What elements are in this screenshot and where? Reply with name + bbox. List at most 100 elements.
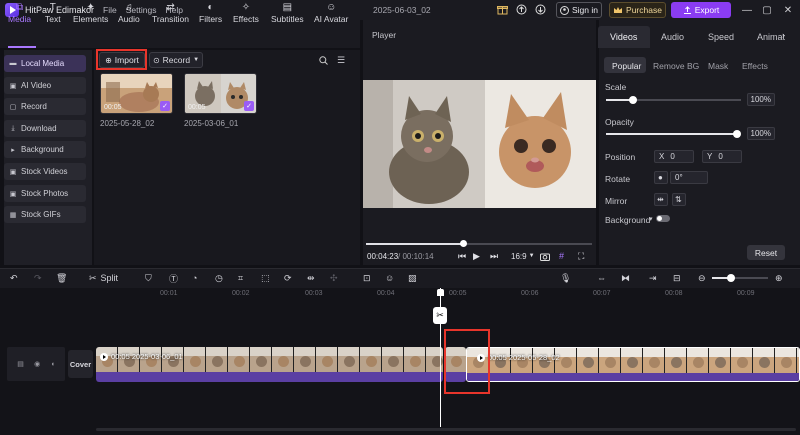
subtab-popular[interactable]: Popular bbox=[612, 61, 641, 71]
opacity-value-input[interactable]: 100% bbox=[747, 127, 775, 140]
face-icon[interactable]: ☺ bbox=[385, 272, 394, 284]
tab-animation[interactable]: Animat bbox=[757, 32, 785, 42]
sidebar-item-download[interactable]: ⤓ Download bbox=[4, 120, 86, 137]
zoom-out-icon[interactable]: ⊖ bbox=[698, 272, 706, 284]
sidebar-item-stock-gifs[interactable]: ▦ Stock GIFs bbox=[4, 206, 86, 223]
undo-icon[interactable]: ↶ bbox=[10, 272, 18, 284]
sidebar-item-stock-videos[interactable]: ▣ Stock Videos bbox=[4, 163, 86, 180]
search-icon[interactable] bbox=[316, 53, 330, 67]
audio-icon: ♫ bbox=[125, 2, 133, 13]
split-audio-icon[interactable]: ⧓ bbox=[621, 272, 630, 284]
timeline-clip[interactable]: 00:05 2025-03-06_01 bbox=[96, 347, 443, 382]
subtab-mask[interactable]: Mask bbox=[708, 61, 728, 71]
rotate-tool-icon[interactable]: ⟳ bbox=[284, 272, 292, 284]
timeline-clip-selected[interactable]: 00:05 2025-05-28_02 bbox=[466, 347, 800, 382]
maximize-icon[interactable]: ▢ bbox=[760, 2, 774, 18]
position-x-input[interactable]: X0 bbox=[654, 150, 694, 163]
tab-speed[interactable]: Speed bbox=[708, 32, 734, 42]
timeline-scrollbar[interactable] bbox=[96, 428, 796, 431]
sidebar-item-local-media[interactable]: ▬ Local Media bbox=[4, 55, 86, 72]
redo-icon[interactable]: ↷ bbox=[34, 272, 42, 284]
cover-button[interactable]: Cover bbox=[68, 350, 93, 378]
tab-text[interactable]: T Text bbox=[45, 2, 61, 28]
rotate-value-input[interactable]: 0° bbox=[670, 171, 708, 184]
sign-in-button[interactable]: Sign in bbox=[556, 2, 602, 18]
sidebar-item-ai-video[interactable]: ▣ AI Video bbox=[4, 77, 86, 94]
position-y-input[interactable]: Y0 bbox=[702, 150, 742, 163]
track-audio-icon[interactable]: ◖ bbox=[50, 361, 54, 368]
ai-avatar-icon: ☺ bbox=[326, 2, 337, 13]
tab-audio-props[interactable]: Audio bbox=[661, 32, 684, 42]
tab-ai-avatar[interactable]: ☺ AI Avatar bbox=[314, 2, 348, 28]
preview-toggle-icon[interactable]: ⊟ bbox=[673, 272, 681, 284]
zoom-slider-handle[interactable] bbox=[727, 274, 735, 282]
scale-slider-handle[interactable] bbox=[629, 96, 637, 104]
minimize-icon[interactable]: — bbox=[740, 2, 754, 18]
sidebar-item-background[interactable]: ▸ Background bbox=[4, 141, 86, 158]
sidebar-item-record[interactable]: ▢ Record bbox=[4, 98, 86, 115]
play-icon[interactable]: ▶ bbox=[473, 250, 480, 262]
microphone-icon[interactable]: 🎙 bbox=[560, 272, 571, 284]
link-icon[interactable]: ⇔ bbox=[597, 272, 606, 284]
speed-icon[interactable]: ◔ bbox=[192, 272, 197, 284]
tab-media[interactable]: ⧉ Media bbox=[8, 2, 31, 28]
thumb-duration: 00:05 bbox=[104, 104, 122, 111]
purchase-button[interactable]: Purchase bbox=[609, 2, 666, 18]
freeze-frame-icon[interactable]: ⬚ bbox=[261, 272, 270, 284]
record-dropdown[interactable]: ⊙ Record ▼ bbox=[149, 52, 203, 68]
caret-down-icon[interactable]: ▾ bbox=[649, 215, 653, 223]
crop-icon[interactable]: ⌗ bbox=[238, 272, 243, 284]
tab-transition[interactable]: ⇄ Transition bbox=[152, 2, 189, 28]
scale-value-input[interactable]: 100% bbox=[747, 93, 775, 106]
mirror-vertical-icon[interactable]: ⇅ bbox=[672, 193, 686, 206]
tab-filters[interactable]: ◐ Filters bbox=[199, 2, 222, 28]
chevron-right-icon[interactable]: › bbox=[782, 30, 785, 40]
fullscreen-icon[interactable]: ⛶ bbox=[578, 250, 584, 262]
export-button[interactable]: Export bbox=[671, 2, 731, 18]
mirror-label: Mirror bbox=[605, 196, 628, 206]
track-lock-icon[interactable]: ▤ bbox=[17, 360, 24, 368]
download-icon[interactable] bbox=[534, 3, 547, 16]
sidebar-item-stock-photos[interactable]: ▣ Stock Photos bbox=[4, 185, 86, 202]
tab-elements[interactable]: ✦ Elements bbox=[73, 2, 108, 28]
text-tool-icon[interactable]: Ⓣ bbox=[169, 272, 178, 284]
shield-icon[interactable]: ⛉ bbox=[145, 272, 152, 284]
subtab-effects[interactable]: Effects bbox=[742, 61, 768, 71]
track-visibility-icon[interactable]: ◉ bbox=[34, 360, 40, 368]
previous-frame-icon[interactable]: ⏮ bbox=[458, 250, 466, 262]
split-button[interactable]: ✂ Split bbox=[89, 272, 118, 284]
subtab-remove-bg[interactable]: Remove BG bbox=[653, 61, 699, 71]
aspect-ratio-dropdown[interactable]: 16:9 ▼ bbox=[511, 250, 535, 262]
tab-videos[interactable]: Videos bbox=[610, 32, 637, 42]
ai-tool-icon[interactable]: ⊡ bbox=[363, 272, 371, 284]
tab-effects[interactable]: ✧ Effects bbox=[233, 2, 259, 28]
image-icon[interactable]: ▨ bbox=[408, 272, 417, 284]
speed-gauge-icon[interactable]: ◷ bbox=[215, 272, 223, 284]
rotate-dial-icon[interactable]: ● bbox=[654, 171, 668, 184]
gift-icon[interactable] bbox=[496, 3, 509, 16]
snapshot-icon[interactable] bbox=[540, 250, 550, 262]
tab-subtitles[interactable]: ▤ Subtitles bbox=[271, 2, 304, 28]
sort-icon[interactable]: ☰ bbox=[334, 53, 348, 67]
reset-button[interactable]: Reset bbox=[747, 245, 785, 260]
zoom-in-icon[interactable]: ⊕ bbox=[775, 272, 783, 284]
delete-icon[interactable]: 🗑 bbox=[56, 272, 67, 284]
scissors-icon[interactable]: ✂ bbox=[433, 307, 447, 324]
filmstrip-frame bbox=[360, 347, 382, 372]
grid-icon[interactable]: # bbox=[559, 250, 564, 262]
opacity-slider-handle[interactable] bbox=[733, 130, 741, 138]
tab-audio[interactable]: ♫ Audio bbox=[118, 2, 140, 28]
transform-icon[interactable]: ✣ bbox=[330, 272, 338, 284]
next-frame-icon[interactable]: ⏭ bbox=[490, 250, 498, 262]
media-thumbnail[interactable]: 00:05 ✓ bbox=[184, 73, 257, 114]
mirror-tool-icon[interactable]: ⇹ bbox=[307, 272, 315, 284]
mirror-horizontal-icon[interactable]: ⇹ bbox=[654, 193, 668, 206]
scale-slider-track[interactable] bbox=[633, 99, 741, 101]
upload-icon[interactable] bbox=[515, 3, 528, 16]
video-preview[interactable] bbox=[363, 80, 596, 208]
close-icon[interactable]: ✕ bbox=[781, 2, 795, 18]
playhead-handle[interactable] bbox=[437, 289, 444, 296]
background-toggle[interactable] bbox=[656, 215, 670, 222]
media-thumbnail[interactable]: 00:05 ✓ bbox=[100, 73, 173, 114]
snap-icon[interactable]: ⇥ bbox=[649, 272, 657, 284]
